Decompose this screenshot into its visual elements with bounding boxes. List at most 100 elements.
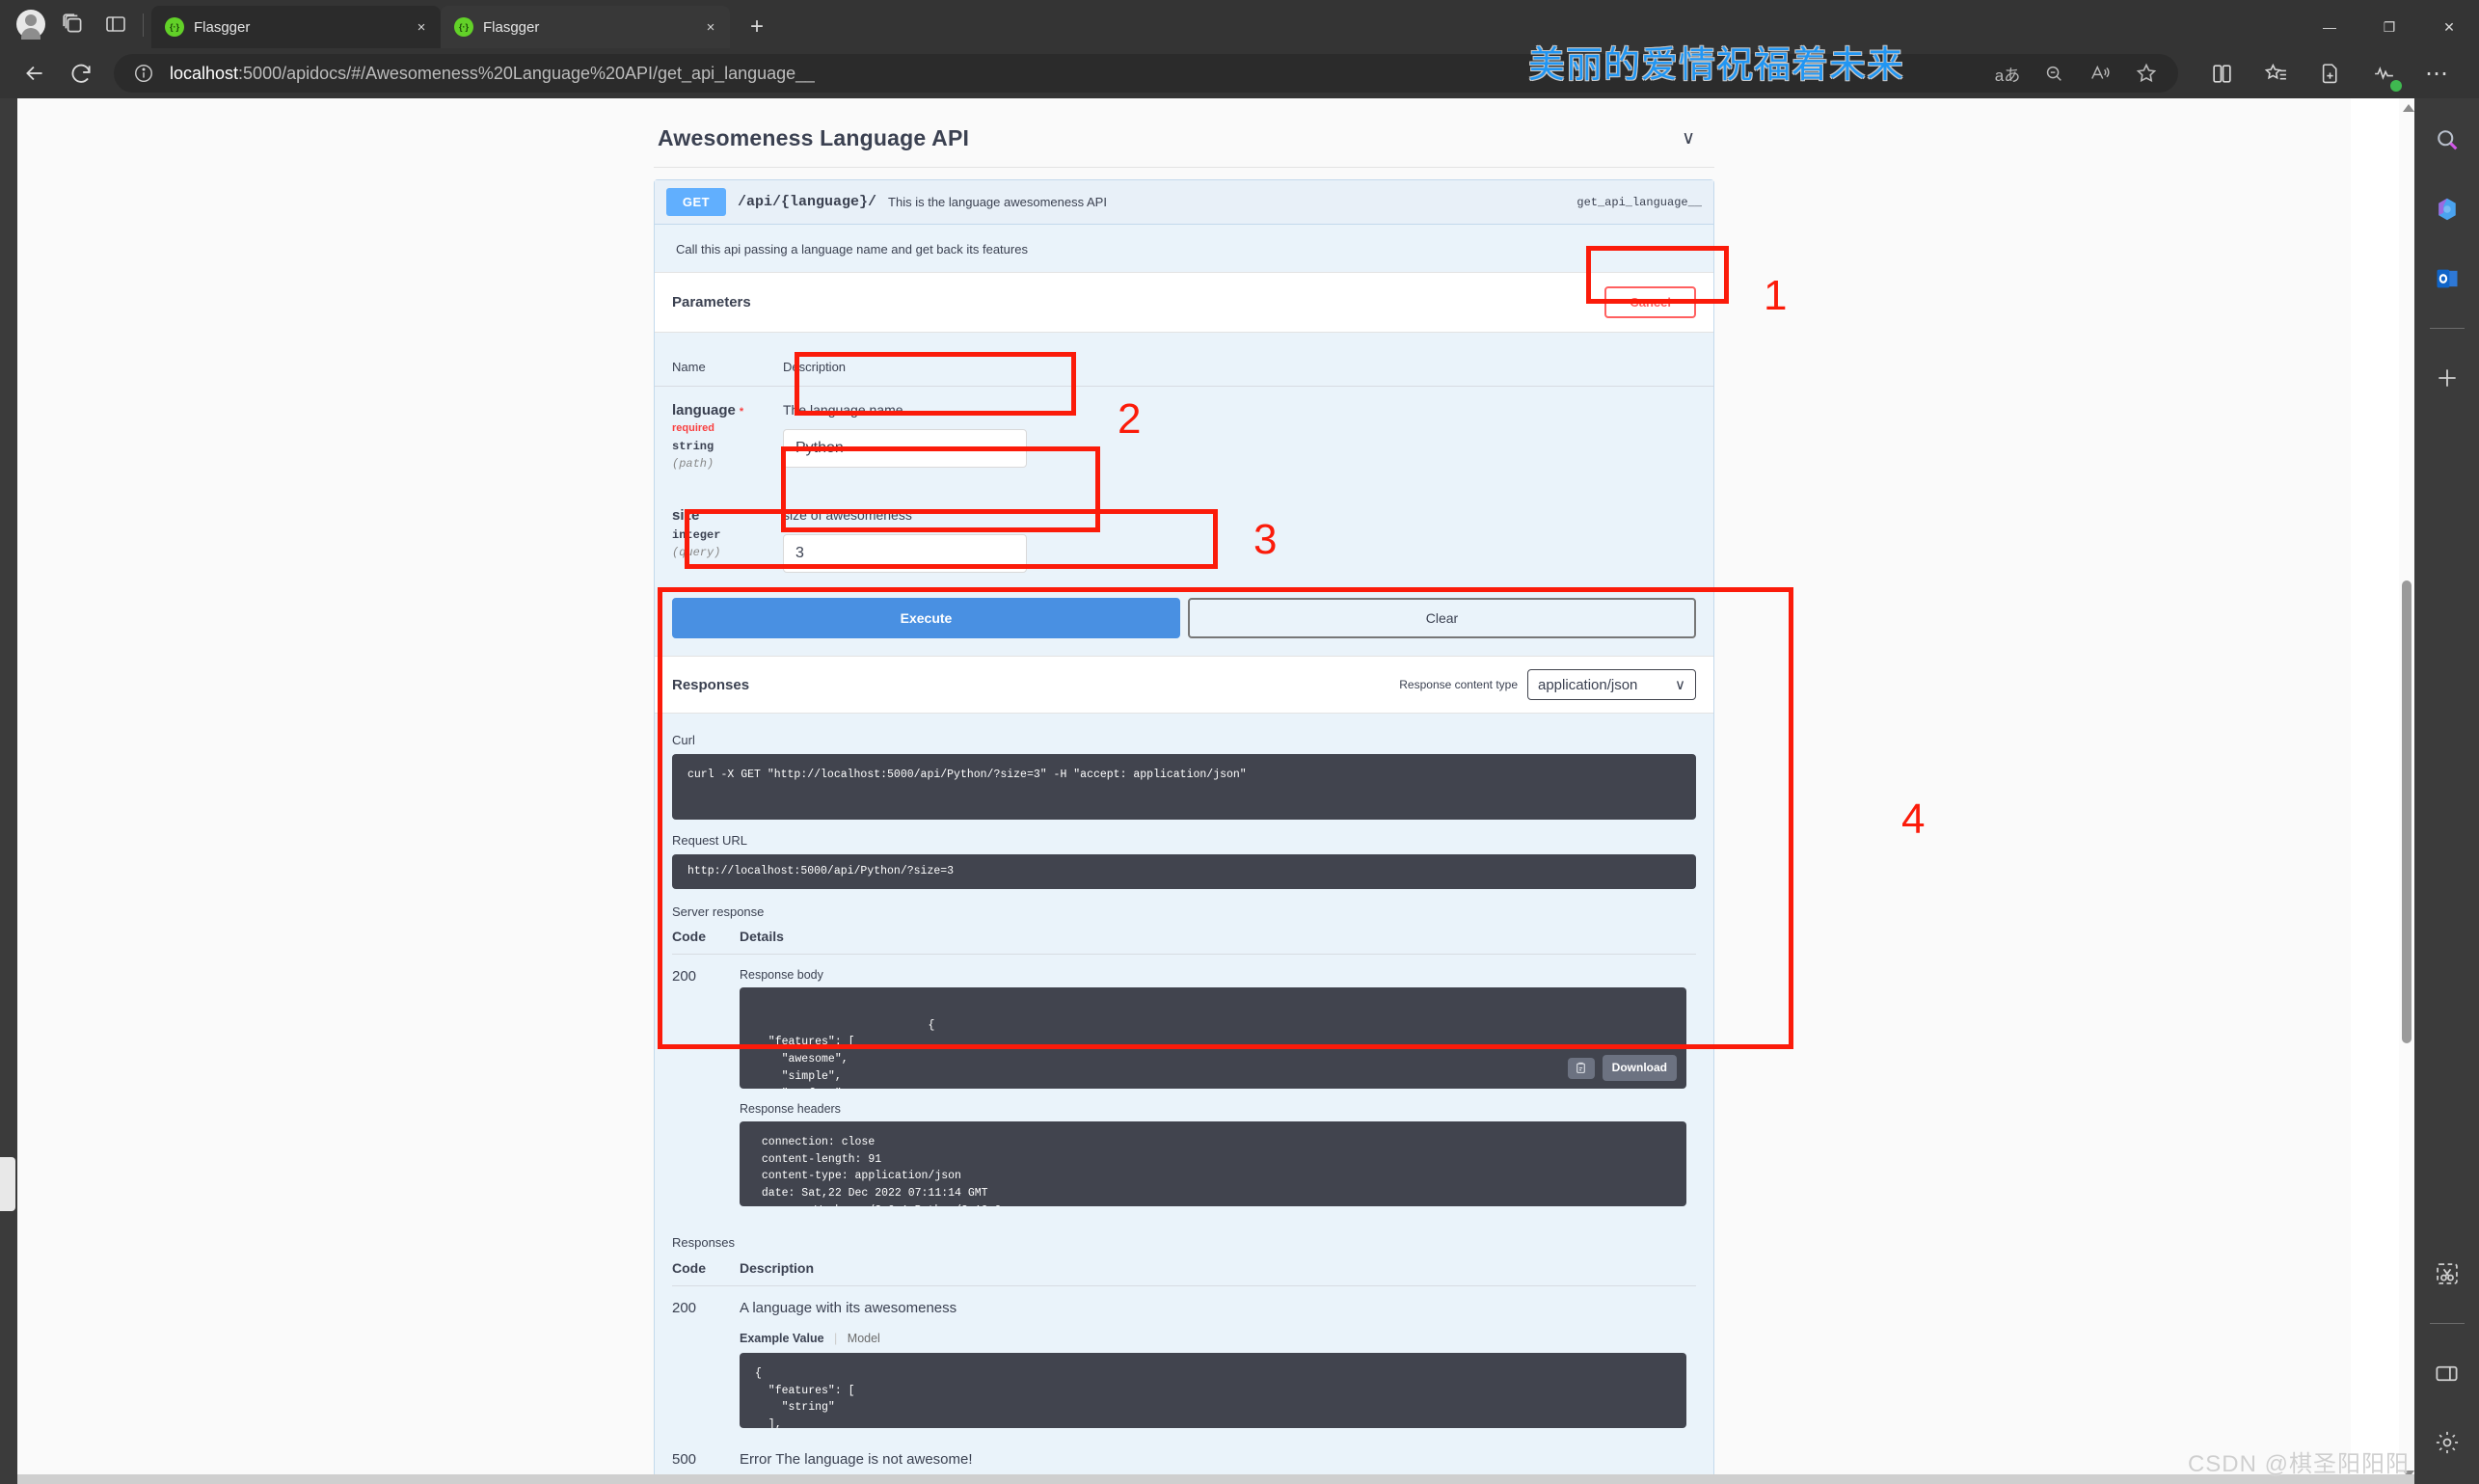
settings-gear-icon[interactable] (2427, 1422, 2467, 1463)
copilot-icon[interactable] (2427, 189, 2467, 229)
maximize-button[interactable]: ❐ (2359, 6, 2419, 48)
response-content-type-select[interactable]: application/json ∨ (1527, 669, 1696, 700)
vertical-tab-sliver[interactable] (0, 1157, 15, 1211)
documented-description: Error The language is not awesome! (740, 1450, 973, 1468)
language-input[interactable] (783, 429, 1027, 468)
flask-icon: {·} (454, 17, 473, 37)
split-pane-icon[interactable] (94, 3, 137, 45)
response-headers-value: connection: close content-length: 91 con… (740, 1120, 1686, 1206)
documented-description-cell: Error The language is not awesome! (740, 1438, 1696, 1477)
table-row: 200 Response body { "features": [ "aweso… (672, 954, 1696, 1216)
column-header-description: Description (766, 346, 1713, 387)
page-viewport: Awesomeness Language API ∨ GET /api/{lan… (17, 98, 2414, 1484)
documented-code: 200 (672, 1299, 697, 1316)
server-response-table: Code Details 200 Response body {"featur… (672, 924, 1696, 1216)
omnibox-actions: aあ (1993, 59, 2163, 88)
sidebar-divider (2429, 328, 2465, 329)
reload-icon[interactable] (58, 52, 104, 94)
server-response-label: Server response (672, 904, 765, 919)
favorites-list-icon[interactable] (2259, 57, 2292, 90)
clipboard-icon[interactable] (1567, 1057, 1595, 1079)
response-body-label: Response body (740, 967, 823, 982)
flask-icon: {·} (165, 17, 184, 37)
size-input[interactable] (783, 534, 1027, 573)
back-icon[interactable] (12, 52, 58, 94)
cancel-button[interactable]: Cancel (1604, 286, 1696, 318)
download-button[interactable]: Download (1602, 1055, 1677, 1081)
operation-body: Call this api passing a language name an… (655, 225, 1713, 1484)
read-aloud-icon[interactable] (2086, 59, 2115, 88)
search-icon[interactable] (2427, 120, 2467, 160)
browser-essentials-icon[interactable] (2367, 57, 2402, 92)
close-window-button[interactable]: ✕ (2419, 6, 2479, 48)
parameter-name: size (672, 507, 756, 524)
example-value-code: { "features": [ "string" ], "language": … (740, 1352, 1686, 1428)
page-scrollbar[interactable] (2399, 98, 2414, 1484)
documented-responses-title: Responses (672, 1234, 736, 1250)
sidebar-toggle-icon[interactable] (2427, 1353, 2467, 1393)
documented-description: A language with its awesomeness (740, 1299, 957, 1316)
scrollbar-thumb[interactable] (2402, 580, 2412, 1043)
status-badge (2390, 80, 2402, 92)
page-bottom-strip (17, 1474, 2414, 1484)
tab-model[interactable]: Model (848, 1332, 880, 1345)
settings-more-icon[interactable]: ⋯ (2421, 57, 2454, 90)
parameter-name-text: language (672, 402, 736, 418)
browser-window: {·} Flasgger × {·} Flasgger × + — ❐ ✕ lo… (0, 0, 2479, 1484)
translate-icon[interactable]: aあ (1993, 59, 2022, 88)
close-icon[interactable]: × (699, 15, 722, 39)
http-method-badge: GET (666, 188, 726, 216)
operation-summary[interactable]: GET /api/{language}/ This is the languag… (655, 180, 1713, 225)
chevron-down-icon[interactable]: ∨ (1682, 127, 1695, 149)
browser-tab[interactable]: {·} Flasgger × (441, 6, 730, 48)
outlook-icon[interactable] (2427, 258, 2467, 299)
navigation-bar: localhost:5000/apidocs/#/Awesomeness%20L… (0, 48, 2479, 98)
tab-divider (143, 13, 144, 37)
response-content-type-label: Response content type (1399, 678, 1518, 691)
table-header-row: Name Description (655, 346, 1713, 387)
profile-avatar-button[interactable] (10, 3, 52, 45)
add-app-icon[interactable] (2427, 358, 2467, 398)
documented-responses-section: Responses Code Description 200 A languag… (655, 1216, 1713, 1484)
request-url-value: http://localhost:5000/api/Python/?size=3 (672, 854, 1696, 889)
url-path: :5000/apidocs/#/Awesomeness%20Language%2… (238, 63, 816, 83)
parameter-desc-cell: The language name (766, 387, 1713, 493)
annotation-number-4: 4 (1901, 796, 1926, 843)
parameter-name-text: size (672, 507, 700, 524)
collections-icon[interactable] (2313, 57, 2346, 90)
browser-tab[interactable]: {·} Flasgger × (151, 6, 441, 48)
close-icon[interactable]: × (410, 15, 433, 39)
response-details-cell: Response body { "features": [ "awesome",… (740, 954, 1696, 1216)
minimize-button[interactable]: — (2300, 6, 2359, 48)
operation-description: Call this api passing a language name an… (676, 242, 1028, 256)
table-row: size integer (query) size of awesomeness (655, 492, 1713, 594)
parameter-description: size of awesomeness (783, 507, 912, 523)
annotation-number-1: 1 (1764, 272, 1788, 319)
tab-actions-icon[interactable] (52, 3, 94, 45)
annotation-number-2: 2 (1118, 395, 1142, 443)
operation-block: GET /api/{language}/ This is the languag… (654, 179, 1714, 1484)
execute-button[interactable]: Execute (672, 598, 1180, 638)
new-tab-button[interactable]: + (738, 8, 776, 46)
clear-button[interactable]: Clear (1188, 598, 1696, 638)
site-info-icon[interactable] (129, 59, 158, 88)
toolbar-actions: ⋯ (2188, 57, 2467, 92)
curl-label: Curl (672, 733, 695, 747)
tab-example-value[interactable]: Example Value (740, 1332, 824, 1345)
parameter-name: language * required (672, 402, 756, 435)
column-header-code: Code (672, 924, 740, 955)
left-edge-strip (0, 98, 17, 1484)
documented-code: 500 (672, 1450, 697, 1468)
responses-header: Responses Response content type applicat… (655, 656, 1713, 714)
response-body-value: { "features": [ "awesome", "simple", "pe… (768, 1018, 935, 1089)
swagger-ui: Awesomeness Language API ∨ GET /api/{lan… (17, 98, 2351, 1484)
zoom-out-icon[interactable] (2039, 59, 2068, 88)
split-screen-icon[interactable] (2205, 57, 2238, 90)
response-content-type-value: application/json (1538, 676, 1638, 693)
screenshot-icon[interactable] (2427, 1254, 2467, 1294)
scroll-up-arrow[interactable] (2403, 104, 2414, 112)
favorite-star-icon[interactable] (2132, 59, 2161, 88)
chevron-down-icon: ∨ (1675, 677, 1685, 693)
api-tag-header[interactable]: Awesomeness Language API ∨ (654, 116, 1714, 168)
parameters-header: Parameters Cancel (655, 272, 1713, 333)
